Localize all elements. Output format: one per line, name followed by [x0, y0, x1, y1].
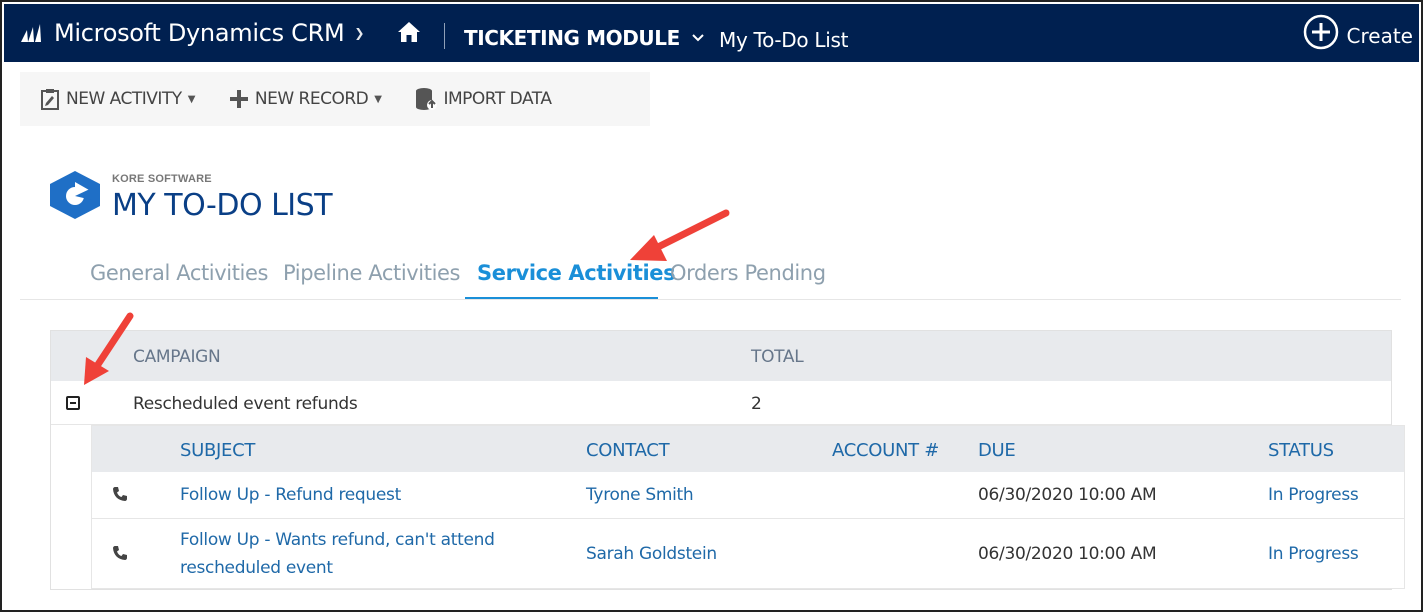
chevron-down-icon: ❯	[354, 26, 365, 40]
import-data-button[interactable]: IMPORT DATA	[415, 87, 552, 111]
subject-link[interactable]: Follow Up - Wants refund, can't attend	[180, 526, 495, 554]
plus-icon	[229, 90, 248, 108]
status-link[interactable]: In Progress	[1268, 540, 1359, 568]
plus-circle-icon	[1303, 14, 1338, 50]
column-header-due[interactable]: DUE	[978, 440, 1016, 461]
caret-down-icon: ▼	[187, 93, 196, 105]
nav-divider	[444, 23, 445, 49]
collapse-toggle-icon[interactable]	[66, 396, 80, 410]
page-title: MY TO-DO LIST	[112, 188, 333, 223]
tab-pipeline-activities[interactable]: Pipeline Activities	[283, 261, 460, 285]
phone-icon	[113, 487, 127, 501]
module-menu[interactable]: TICKETING MODULE	[464, 26, 704, 50]
chevron-down-icon	[692, 34, 704, 42]
column-header-contact[interactable]: CONTACT	[586, 440, 670, 461]
column-header-account[interactable]: ACCOUNT #	[832, 440, 939, 461]
campaign-total: 2	[751, 394, 762, 414]
app-window: Microsoft Dynamics CRM ❯ TICKETING MODUL…	[0, 0, 1423, 612]
new-activity-button[interactable]: NEW ACTIVITY ▼	[40, 88, 195, 110]
dynamics-logo-icon	[21, 24, 41, 42]
clipboard-icon	[41, 89, 59, 110]
tab-orders-pending[interactable]: Orders Pending	[670, 261, 826, 285]
arrow-to-service-tab	[630, 209, 730, 261]
column-header-campaign[interactable]: CAMPAIGN	[133, 347, 221, 367]
brand-name: Microsoft Dynamics CRM	[54, 19, 345, 47]
top-nav-bar: Microsoft Dynamics CRM ❯ TICKETING MODUL…	[4, 4, 1419, 62]
campaign-grid: CAMPAIGN TOTAL Rescheduled event refunds…	[50, 330, 1405, 590]
import-data-label: IMPORT DATA	[443, 89, 552, 109]
table-row[interactable]: Follow Up - Wants refund, can't attend r…	[92, 519, 1404, 589]
contact-link[interactable]: Sarah Goldstein	[586, 540, 717, 568]
phone-icon	[113, 546, 127, 560]
caret-down-icon: ▼	[374, 93, 382, 105]
activity-subgrid: SUBJECT CONTACT ACCOUNT # DUE STATUS Fol…	[91, 425, 1405, 589]
status-link[interactable]: In Progress	[1268, 481, 1359, 509]
contact-link[interactable]: Tyrone Smith	[586, 481, 694, 509]
column-header-subject[interactable]: SUBJECT	[180, 440, 255, 461]
company-name: KORE SOFTWARE	[112, 173, 212, 185]
new-record-button[interactable]: NEW RECORD ▼	[229, 89, 382, 109]
group-row[interactable]: Rescheduled event refunds 2	[51, 381, 1391, 425]
module-label: TICKETING MODULE	[464, 26, 680, 50]
table-row[interactable]: Follow Up - Refund request Tyrone Smith …	[92, 472, 1404, 519]
breadcrumb-page[interactable]: My To-Do List	[719, 28, 848, 52]
command-bar: NEW ACTIVITY ▼ NEW RECORD ▼ IMPORT DATA	[20, 72, 650, 126]
brand-menu[interactable]: Microsoft Dynamics CRM ❯	[20, 19, 364, 47]
new-activity-label: NEW ACTIVITY	[66, 89, 182, 109]
column-header-status[interactable]: STATUS	[1268, 440, 1334, 461]
home-icon[interactable]	[397, 21, 421, 43]
active-tab-indicator	[465, 297, 658, 299]
due-date: 06/30/2020 10:00 AM	[978, 544, 1157, 564]
column-header-total[interactable]: TOTAL	[751, 347, 804, 367]
subject-link[interactable]: Follow Up - Refund request	[180, 481, 401, 509]
subgrid-header: SUBJECT CONTACT ACCOUNT # DUE STATUS	[92, 426, 1404, 472]
new-record-label: NEW RECORD	[254, 89, 369, 109]
campaign-name: Rescheduled event refunds	[133, 394, 358, 414]
subject-link-continued[interactable]: rescheduled event	[180, 554, 333, 582]
create-label: Create	[1346, 24, 1413, 48]
due-date: 06/30/2020 10:00 AM	[978, 485, 1157, 505]
database-import-icon	[416, 88, 438, 110]
grid-header: CAMPAIGN TOTAL	[51, 331, 1391, 381]
tab-general-activities[interactable]: General Activities	[90, 261, 268, 285]
tab-strip: General Activities Pipeline Activities S…	[20, 256, 1401, 300]
tab-service-activities[interactable]: Service Activities	[477, 261, 676, 285]
kore-logo-icon	[50, 171, 100, 219]
create-button[interactable]: Create	[1303, 14, 1413, 50]
